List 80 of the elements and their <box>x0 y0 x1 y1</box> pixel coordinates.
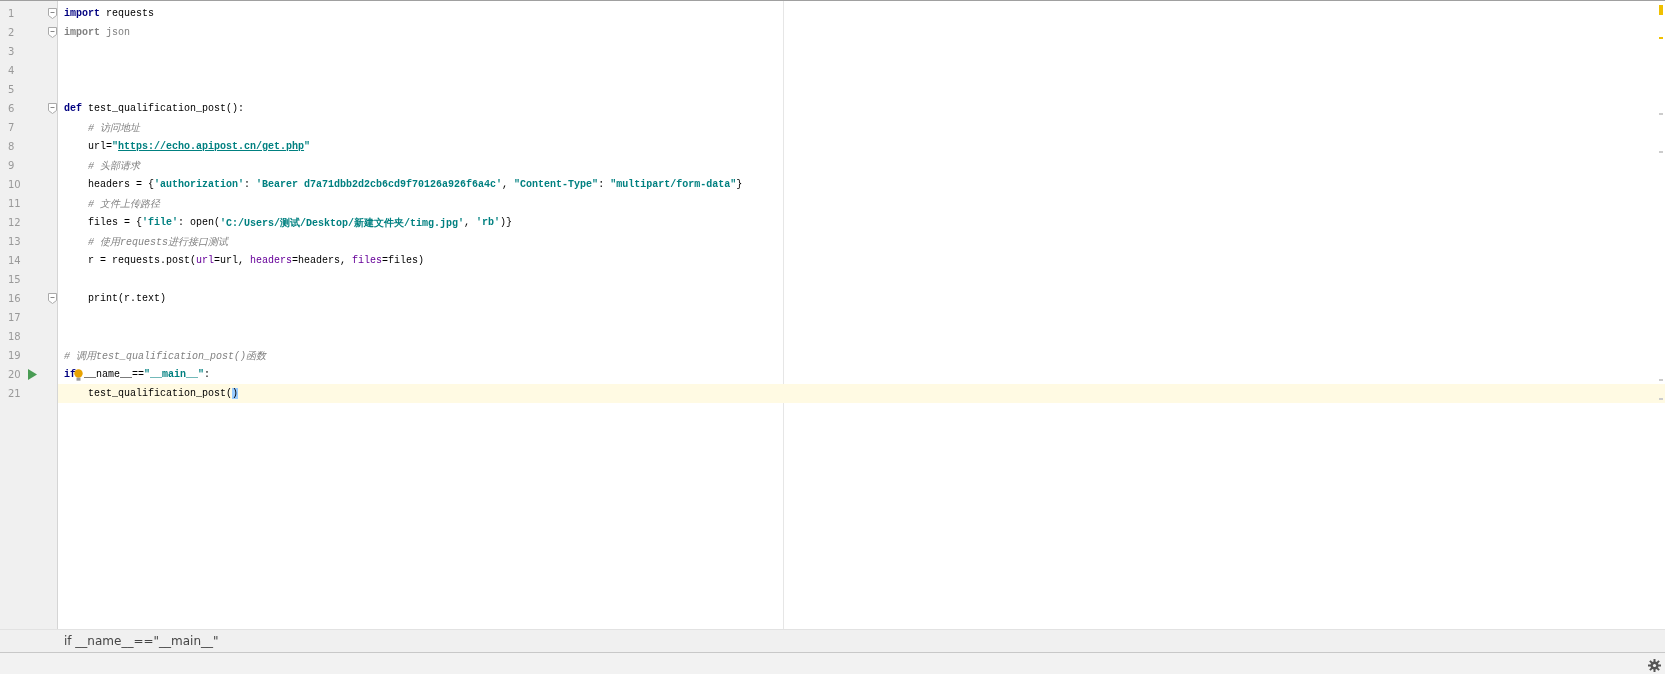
fold-icon[interactable] <box>48 103 57 114</box>
code-text: )} <box>500 217 513 228</box>
keyword: import <box>64 8 100 19</box>
line-number: 2 <box>8 27 16 38</box>
scroll-mark <box>1659 151 1663 153</box>
code-comment: # 文件上传路径 <box>88 197 160 211</box>
code-text: : open( <box>178 217 221 228</box>
line-number: 1 <box>8 8 16 19</box>
code-text: : <box>244 179 252 190</box>
line-number: 19 <box>8 350 22 361</box>
code-text: , <box>464 217 472 228</box>
code-text: files = { <box>88 217 142 228</box>
code-text: =headers, <box>292 255 348 266</box>
code-text: test_qualification_post(): <box>87 103 245 114</box>
code-text: __name__== <box>84 369 145 380</box>
line-number: 20 <box>8 369 22 380</box>
string-literal: "__main__" <box>144 369 205 380</box>
line-number: 16 <box>8 293 22 304</box>
code-text: json <box>105 27 131 38</box>
code-text: =files) <box>382 255 425 266</box>
code-text: } <box>736 179 743 190</box>
string-literal: " <box>304 141 311 152</box>
line-number: 8 <box>8 141 16 152</box>
bulb-icon[interactable] <box>74 368 83 381</box>
line-number: 10 <box>8 179 22 190</box>
string-literal: " <box>112 141 119 152</box>
line-number: 21 <box>8 388 22 399</box>
code-text: test_qualification_post( <box>88 388 233 399</box>
line-number: 7 <box>8 122 16 133</box>
breadcrumb[interactable]: if __name__=="__main__" <box>64 634 219 648</box>
keyword: import <box>64 27 100 38</box>
code-text: : <box>204 369 211 380</box>
line-number: 4 <box>8 65 16 76</box>
fold-icon[interactable] <box>48 27 57 38</box>
line-number: 13 <box>8 236 22 247</box>
code-text: url= <box>88 141 112 152</box>
code-comment: # 使用requests进行接口测试 <box>88 235 228 249</box>
line-number: 12 <box>8 217 22 228</box>
string-literal: "multipart/form-data" <box>610 179 737 190</box>
line-number: 18 <box>8 331 22 342</box>
line-number: 15 <box>8 274 22 285</box>
line-number: 11 <box>8 198 22 209</box>
line-number: 5 <box>8 84 16 95</box>
run-icon[interactable] <box>28 369 37 380</box>
code-text: : <box>598 179 606 190</box>
code-text: , <box>502 179 510 190</box>
url-link[interactable]: https://echo.apipost.cn/get.php <box>118 141 305 152</box>
keyword: def <box>64 103 82 114</box>
string-literal: 'Bearer d7a71dbb2d2cb6cd9f70126a926f6a4c' <box>256 179 503 190</box>
line-number: 3 <box>8 46 16 57</box>
line-number: 9 <box>8 160 16 171</box>
code-text: requests <box>105 8 155 19</box>
string-literal: 'rb' <box>476 217 501 228</box>
string-literal: 'authorization' <box>154 179 245 190</box>
settings-icon[interactable] <box>1648 659 1661 672</box>
code-text: headers = { <box>88 179 154 190</box>
fold-icon[interactable] <box>48 8 57 19</box>
code-text: print(r.text) <box>88 293 166 304</box>
scroll-mark <box>1659 398 1663 400</box>
string-literal: 'C:/Users/测试/Desktop/新建文件夹/timg.jpg' <box>220 216 465 230</box>
code-text: r = requests.post( <box>88 255 197 266</box>
matched-bracket: ) <box>232 388 239 399</box>
scroll-mark <box>1659 379 1663 381</box>
line-number: 6 <box>8 103 16 114</box>
parameter-name: url <box>196 255 215 266</box>
fold-icon[interactable] <box>48 293 57 304</box>
parameter-name: headers <box>250 255 293 266</box>
parameter-name: files <box>352 255 383 266</box>
code-comment: # 调用test_qualification_post()函数 <box>64 349 267 363</box>
keyword: if <box>64 369 76 380</box>
code-comment: # 头部请求 <box>88 159 140 173</box>
scroll-mark <box>1659 113 1663 115</box>
line-number: 14 <box>8 255 22 266</box>
line-number: 17 <box>8 312 22 323</box>
scroll-mark <box>1659 5 1663 15</box>
string-literal: "Content-Type" <box>514 179 599 190</box>
scroll-mark <box>1659 37 1663 39</box>
code-text: =url, <box>214 255 246 266</box>
code-comment: # 访问地址 <box>88 121 140 135</box>
string-literal: 'file' <box>142 217 179 228</box>
